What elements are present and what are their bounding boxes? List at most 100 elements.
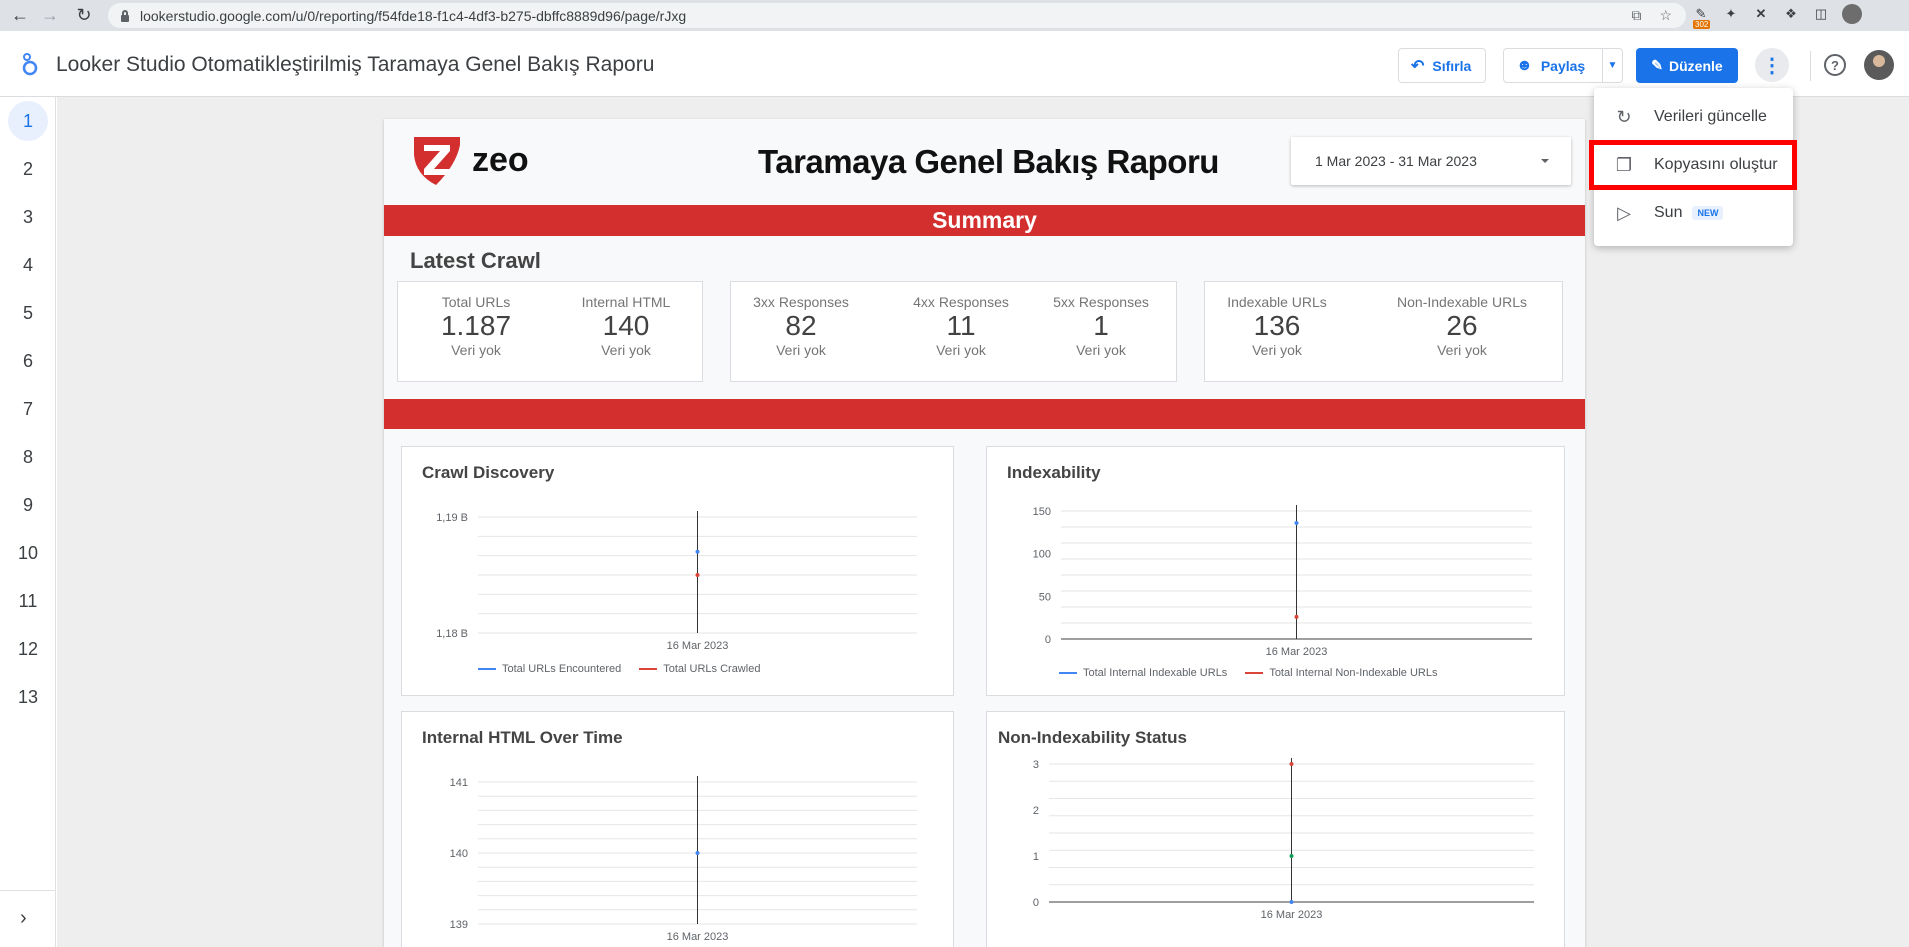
data-point xyxy=(1289,900,1294,904)
legend-swatch xyxy=(478,668,496,670)
kpi-label: Non-Indexable URLs xyxy=(1397,294,1527,310)
edit-button[interactable]: ✎ Düzenle xyxy=(1636,48,1738,83)
chart-non-indexability-status[interactable]: Non-Indexability Status 3 2 1 0 16 Mar 2023 xyxy=(986,711,1565,947)
kpi-group-urls: Total URLs 1.187 Veri yok Internal HTML … xyxy=(397,281,703,382)
legend-swatch xyxy=(639,668,658,670)
new-badge: NEW xyxy=(1692,206,1724,220)
menu-item-present[interactable]: ▷ Sun NEW xyxy=(1594,190,1793,236)
menu-item-label: Sun xyxy=(1654,204,1683,221)
legend-swatch xyxy=(1059,672,1077,674)
legend-item[interactable]: Total Internal Indexable URLs xyxy=(1059,667,1227,679)
sidepanel-icon[interactable]: ◫ xyxy=(1812,5,1830,23)
kpi-indexable: Indexable URLs 136 Veri yok xyxy=(1207,294,1347,358)
undo-icon: ↶ xyxy=(1411,57,1425,75)
legend-item[interactable]: Total URLs Crawled xyxy=(639,663,760,675)
report-name[interactable]: Looker Studio Otomatikleştirilmiş Tarama… xyxy=(56,53,654,77)
data-point xyxy=(695,549,700,554)
page-link-2[interactable]: 2 xyxy=(8,149,48,189)
caret-down-icon: ▼ xyxy=(1607,60,1618,71)
kpi-5xx: 5xx Responses 1 Veri yok xyxy=(1031,294,1171,358)
chart-indexability[interactable]: Indexability 150 100 50 0 16 Mar 2023 Total … xyxy=(986,446,1565,696)
menu-item-label: Kopyasını oluştur xyxy=(1654,156,1778,173)
page-link-13[interactable]: 13 xyxy=(8,677,48,717)
page-link-11[interactable]: 11 xyxy=(8,581,48,621)
page-link-8[interactable]: 8 xyxy=(8,437,48,477)
y-tick-label: 140 xyxy=(450,848,468,860)
y-tick-label: 3 xyxy=(1033,759,1039,771)
page-link-4[interactable]: 4 xyxy=(8,245,48,285)
y-tick-label: 150 xyxy=(1033,506,1051,518)
page-link-12[interactable]: 12 xyxy=(8,629,48,669)
extension-pen-icon[interactable]: ✎ 302 xyxy=(1692,5,1711,29)
chart-plot: 3 2 1 0 16 Mar 2023 xyxy=(1033,758,1534,921)
x-tick-label: 16 Mar 2023 xyxy=(667,931,729,943)
account-avatar[interactable] xyxy=(1864,50,1894,80)
y-tick-label: 1 xyxy=(1033,851,1039,863)
y-tick-label: 2 xyxy=(1033,805,1039,817)
kpi-label: Total URLs xyxy=(441,294,511,310)
pencil-icon: ✎ xyxy=(1651,57,1664,73)
page-link-3[interactable]: 3 xyxy=(8,197,48,237)
extension-x-icon[interactable]: ✕ xyxy=(1752,5,1770,23)
address-bar[interactable]: lookerstudio.google.com/u/0/reporting/f5… xyxy=(108,3,1686,28)
kpi-comparison: Veri yok xyxy=(1076,342,1126,358)
y-tick-label: 1,19 B xyxy=(436,512,468,524)
help-icon[interactable]: ? xyxy=(1824,54,1846,76)
kpi-label: 4xx Responses xyxy=(913,294,1009,310)
extension-bird-icon[interactable]: ✦ xyxy=(1722,5,1740,23)
kpi-internal-html: Internal HTML 140 Veri yok xyxy=(556,294,696,358)
legend-item[interactable]: Total URLs Encountered xyxy=(478,663,621,675)
data-point xyxy=(1294,520,1299,525)
legend-item[interactable]: Total Internal Non-Indexable URLs xyxy=(1245,667,1437,679)
menu-item-make-copy[interactable]: ❐ Kopyasını oluştur xyxy=(1589,140,1797,190)
extensions-puzzle-icon[interactable]: ❖ xyxy=(1782,5,1800,23)
date-range-picker[interactable]: 1 Mar 2023 - 31 Mar 2023 xyxy=(1291,137,1571,185)
kpi-label: Internal HTML xyxy=(581,294,671,310)
chart-internal-html-over-time[interactable]: Internal HTML Over Time 141 140 139 16 Mar … xyxy=(401,711,954,947)
caret-down-icon xyxy=(1541,159,1549,163)
chart-crawl-discovery[interactable]: Crawl Discovery 1,19 B 1,18 B 16 Mar 2023 … xyxy=(401,446,954,696)
extension-badge: 302 xyxy=(1693,20,1711,29)
share-button[interactable]: ☻ Paylaş xyxy=(1503,48,1603,83)
page-link-10[interactable]: 10 xyxy=(8,533,48,573)
section-divider-bar xyxy=(384,399,1585,429)
refresh-icon: ↻ xyxy=(1616,106,1632,127)
forward-icon[interactable]: → xyxy=(36,1,64,29)
profile-avatar-small[interactable] xyxy=(1842,4,1862,24)
reset-button[interactable]: ↶ Sıfırla xyxy=(1398,48,1486,83)
page-link-1[interactable]: 1 xyxy=(8,101,48,141)
kpi-value: 26 xyxy=(1446,310,1478,341)
y-tick-label: 141 xyxy=(450,777,468,789)
kpi-comparison: Veri yok xyxy=(1437,342,1487,358)
data-point xyxy=(695,851,700,855)
legend-label: Total Internal Indexable URLs xyxy=(1083,667,1228,679)
chevron-right-icon[interactable]: › xyxy=(20,907,27,930)
kpi-3xx: 3xx Responses 82 Veri yok xyxy=(731,294,871,358)
kpi-group-indexability: Indexable URLs 136 Veri yok Non-Indexabl… xyxy=(1204,281,1563,382)
summary-banner: Summary xyxy=(384,205,1585,236)
chart-legend: Total Internal Indexable URLs Total Inte… xyxy=(1059,667,1437,679)
page-link-9[interactable]: 9 xyxy=(8,485,48,525)
latest-crawl-heading: Latest Crawl xyxy=(410,248,541,273)
bookmark-star-icon[interactable]: ☆ xyxy=(1659,7,1672,24)
y-tick-label: 1,18 B xyxy=(436,628,468,640)
reset-label: Sıfırla xyxy=(1432,57,1472,74)
chart-plot: 150 100 50 0 16 Mar 2023 xyxy=(1033,505,1532,658)
back-icon[interactable]: ← xyxy=(6,1,34,29)
kpi-value: 1.187 xyxy=(440,310,512,341)
page-link-6[interactable]: 6 xyxy=(8,341,48,381)
share-dropdown-button[interactable]: ▼ xyxy=(1602,48,1623,83)
reload-icon[interactable]: ↻ xyxy=(70,1,98,29)
more-options-icon[interactable]: ⋮ xyxy=(1755,48,1789,82)
share-page-icon[interactable]: ⧉ xyxy=(1631,7,1641,24)
kpi-label: Indexable URLs xyxy=(1227,294,1327,310)
page-link-5[interactable]: 5 xyxy=(8,293,48,333)
legend-label: Total URLs Encountered xyxy=(502,663,622,675)
looker-studio-logo-icon xyxy=(22,53,38,76)
menu-item-refresh-data[interactable]: ↻ Verileri güncelle xyxy=(1594,94,1793,140)
kpi-total-urls: Total URLs 1.187 Veri yok xyxy=(406,294,546,358)
kpi-value: 11 xyxy=(946,310,976,341)
data-point xyxy=(1289,854,1294,858)
page-link-7[interactable]: 7 xyxy=(8,389,48,429)
data-point xyxy=(695,573,700,577)
